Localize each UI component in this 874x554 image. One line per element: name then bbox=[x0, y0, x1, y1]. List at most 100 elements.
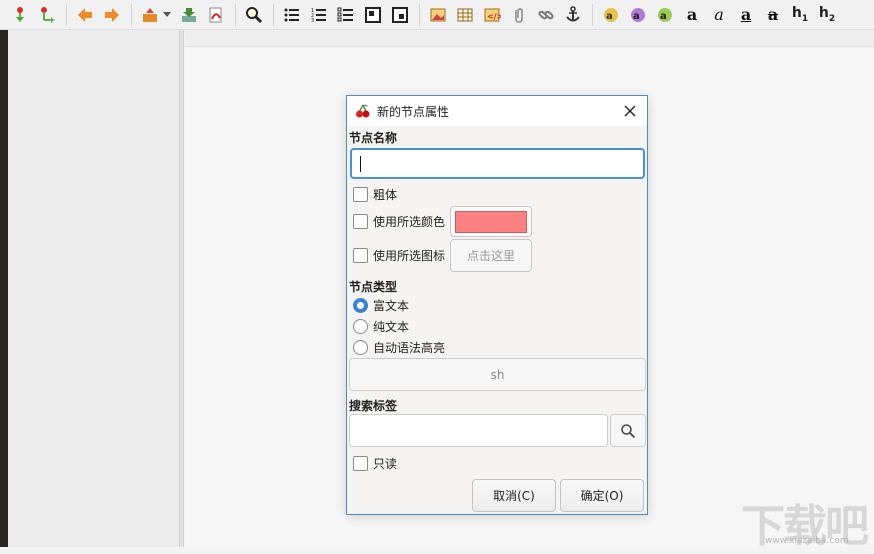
plain-text-radio[interactable] bbox=[353, 319, 368, 334]
heading2-sub: 2 bbox=[828, 13, 836, 24]
svg-text:3: 3 bbox=[311, 18, 314, 24]
toolbar-separator bbox=[273, 3, 274, 26]
syntax-language-button[interactable]: sh bbox=[349, 358, 646, 391]
node-name-label: 节点名称 bbox=[349, 131, 398, 145]
readonly-checkbox-row[interactable]: 只读 bbox=[353, 455, 397, 472]
auto-syntax-label: 自动语法高亮 bbox=[373, 341, 446, 355]
add-subnode-icon: + bbox=[41, 6, 56, 24]
underline-icon: a bbox=[740, 5, 752, 24]
rich-text-radio[interactable] bbox=[353, 298, 368, 313]
select-icon-button[interactable]: 点击这里 bbox=[450, 239, 532, 272]
node-tree-pane[interactable] bbox=[8, 30, 180, 547]
search-tags-button[interactable] bbox=[610, 414, 646, 447]
strikethrough-button[interactable]: a bbox=[761, 3, 785, 27]
insert-anchor-button[interactable] bbox=[561, 3, 585, 27]
heading2-button[interactable]: h2 bbox=[815, 3, 839, 27]
export-pdf-button[interactable] bbox=[204, 3, 228, 27]
node-type-auto-syntax[interactable]: 自动语法高亮 bbox=[353, 339, 445, 356]
svg-text:a: a bbox=[660, 11, 667, 22]
numbered-list-button[interactable]: 123 bbox=[307, 3, 331, 27]
use-color-checkbox[interactable] bbox=[353, 214, 368, 229]
import-button[interactable] bbox=[177, 3, 201, 27]
bold-checkbox[interactable] bbox=[353, 187, 368, 202]
ok-button[interactable]: 确定(O) bbox=[560, 479, 644, 512]
dialog-titlebar: 新的节点属性 bbox=[347, 96, 647, 126]
go-back-button[interactable] bbox=[73, 3, 97, 27]
close-icon bbox=[624, 105, 636, 117]
export-pdf-icon bbox=[209, 7, 222, 22]
svg-text:+: + bbox=[48, 16, 56, 24]
watermark-url: www.xiazaiba.com bbox=[765, 536, 849, 546]
underline-button[interactable]: a bbox=[734, 3, 758, 27]
insert-codebox-icon bbox=[392, 6, 408, 23]
auto-syntax-radio[interactable] bbox=[353, 340, 368, 355]
go-back-icon bbox=[78, 7, 92, 22]
bold-button[interactable]: a bbox=[680, 3, 704, 27]
cherry-icon bbox=[356, 104, 370, 118]
text-caret bbox=[360, 156, 361, 172]
rich-text-label: 富文本 bbox=[373, 299, 410, 313]
node-type-rich-text[interactable]: 富文本 bbox=[353, 297, 409, 314]
readonly-checkbox[interactable] bbox=[353, 456, 368, 471]
cancel-button[interactable]: 取消(C) bbox=[472, 479, 556, 512]
color-fg-icon: a bbox=[604, 7, 618, 22]
todo-list-button[interactable] bbox=[334, 3, 358, 27]
insert-table-icon bbox=[457, 8, 473, 21]
dialog-title: 新的节点属性 bbox=[377, 104, 450, 119]
strikethrough-icon: a bbox=[767, 5, 779, 24]
heading2-letter: h bbox=[818, 5, 829, 22]
insert-toc-button[interactable] bbox=[361, 3, 385, 27]
export-button[interactable] bbox=[138, 3, 162, 27]
insert-link-icon bbox=[538, 10, 554, 19]
color-bg-button[interactable]: a bbox=[626, 3, 650, 27]
heading2-icon: h2 bbox=[819, 5, 835, 24]
insert-code-icon: </> bbox=[484, 8, 501, 21]
heading1-sub: 1 bbox=[801, 13, 809, 24]
pane-divider[interactable] bbox=[180, 30, 184, 547]
chevron-down-icon[interactable] bbox=[163, 12, 171, 17]
find-button[interactable] bbox=[242, 3, 266, 27]
numbered-list-icon: 123 bbox=[311, 8, 326, 24]
tags-input[interactable] bbox=[349, 414, 608, 447]
editor-header-bar bbox=[185, 30, 874, 47]
color-picker-button[interactable] bbox=[450, 206, 532, 237]
italic-button[interactable]: a bbox=[707, 3, 731, 27]
heading1-button[interactable]: h1 bbox=[788, 3, 812, 27]
svg-text:</>: </> bbox=[487, 12, 501, 21]
tags-label: 搜索标签 bbox=[349, 399, 398, 413]
use-color-checkbox-row[interactable]: 使用所选颜色 bbox=[353, 213, 445, 230]
find-icon bbox=[246, 6, 263, 23]
add-node-button[interactable] bbox=[8, 3, 32, 27]
insert-image-button[interactable] bbox=[426, 3, 450, 27]
bold-color-button[interactable]: a bbox=[653, 3, 677, 27]
color-bg-icon: a bbox=[631, 7, 645, 22]
insert-image-icon bbox=[430, 8, 446, 21]
use-icon-checkbox[interactable] bbox=[353, 248, 368, 263]
go-forward-button[interactable] bbox=[100, 3, 124, 27]
insert-link-button[interactable] bbox=[534, 3, 558, 27]
bold-checkbox-row[interactable]: 粗体 bbox=[353, 186, 397, 203]
insert-code-button[interactable]: </> bbox=[480, 3, 504, 27]
close-button[interactable] bbox=[621, 102, 639, 120]
use-icon-checkbox-row[interactable]: 使用所选图标 bbox=[353, 247, 445, 264]
insert-codebox-button[interactable] bbox=[388, 3, 412, 27]
insert-table-button[interactable] bbox=[453, 3, 477, 27]
add-node-icon bbox=[16, 6, 24, 22]
add-subnode-button[interactable]: + bbox=[35, 3, 59, 27]
color-fg-button[interactable]: a bbox=[599, 3, 623, 27]
toolbar-separator bbox=[592, 3, 593, 26]
use-color-checkbox-label: 使用所选颜色 bbox=[373, 215, 446, 229]
go-forward-icon bbox=[105, 7, 119, 22]
import-icon bbox=[182, 7, 196, 22]
heading1-letter: h bbox=[791, 5, 802, 22]
node-type-plain-text[interactable]: 纯文本 bbox=[353, 318, 409, 335]
bold-color-icon: a bbox=[658, 7, 672, 22]
color-swatch bbox=[455, 210, 527, 233]
bold-checkbox-label: 粗体 bbox=[373, 188, 398, 202]
insert-file-button[interactable] bbox=[507, 3, 531, 27]
node-name-input[interactable] bbox=[350, 148, 645, 179]
export-icon bbox=[143, 7, 157, 22]
bulleted-list-button[interactable] bbox=[280, 3, 304, 27]
italic-icon: a bbox=[714, 5, 724, 24]
svg-text:a: a bbox=[606, 11, 613, 22]
